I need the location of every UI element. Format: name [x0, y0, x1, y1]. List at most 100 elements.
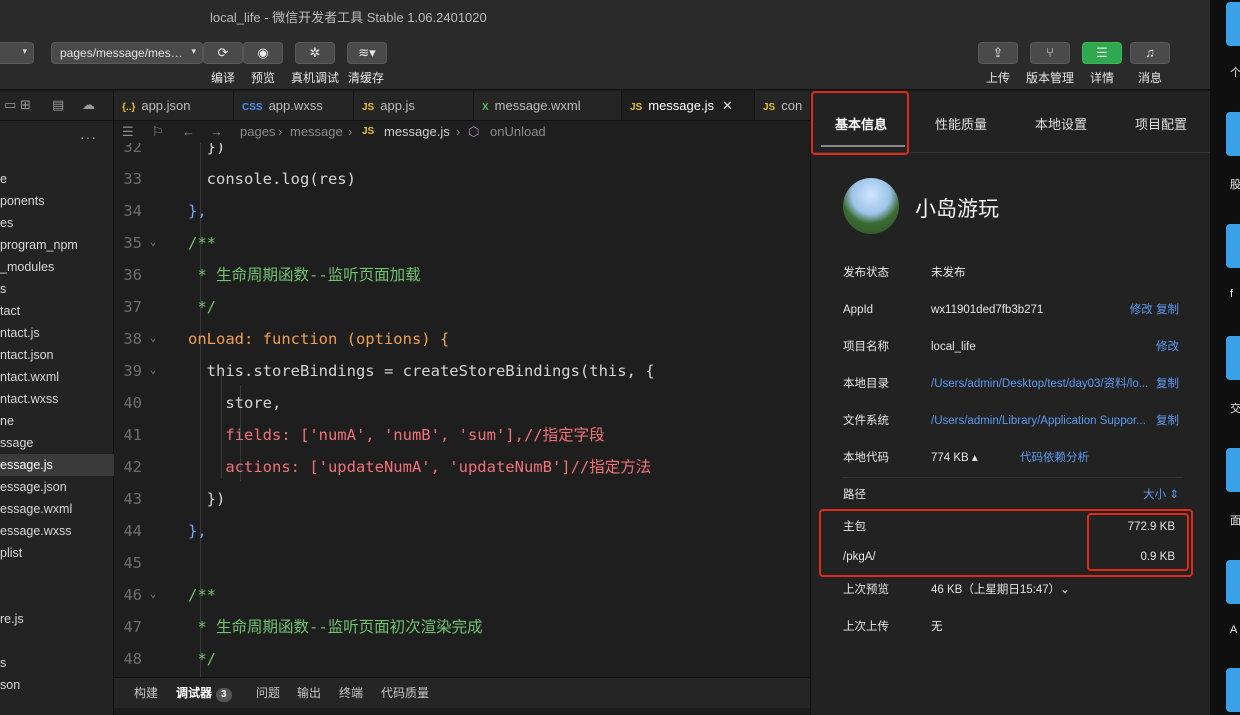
tab-message-wxml[interactable]: Xmessage.wxml [474, 91, 622, 120]
dependency-analysis-link[interactable]: 代码依赖分析 [1020, 448, 1089, 468]
code-editor[interactable]: 32 }) 33 console.log(res) 34}, 35 ⌄ /** 36… [114, 143, 810, 677]
info-value[interactable]: 46 KB（上星期日15:47）⌄ [931, 580, 1070, 600]
tree-item[interactable]: ntact.wxml [0, 366, 114, 388]
tab-debugger[interactable]: 调试器 3 [176, 684, 232, 702]
files-icon[interactable]: ▭ [4, 97, 16, 113]
version-button[interactable]: ⑂ [1030, 42, 1070, 64]
preview-button[interactable]: ◉ [243, 42, 283, 64]
eye-icon: ◉ [257, 45, 269, 60]
copy-link[interactable]: 复制 [1156, 411, 1179, 431]
size-sort-button[interactable]: 大小 ⇕ [1143, 485, 1179, 505]
breadcrumb-file[interactable]: message.js [384, 121, 450, 143]
tab-output[interactable]: 输出 [297, 684, 321, 701]
tree-item[interactable]: essage.json [0, 476, 114, 498]
local-dir-link[interactable]: /Users/admin/Desktop/test/day03/资料/lo... [931, 374, 1148, 394]
info-row: AppId wx11901ded7fb3b271 修改 复制 [843, 300, 1183, 320]
tree-item[interactable]: ntact.js [0, 322, 114, 344]
page-select[interactable]: pages/message/mes… ▾ [51, 42, 203, 64]
line-number: 38 [123, 330, 142, 348]
info-value[interactable]: 774 KB ▴ [931, 448, 978, 468]
tab-problems[interactable]: 问题 [256, 684, 280, 701]
details-panel: 基本信息 性能质量 本地设置 项目配置 小岛游玩 发布状态 未发布 AppId … [810, 91, 1211, 715]
folder-icon[interactable] [1226, 668, 1240, 712]
tab-local-settings[interactable]: 本地设置 [1035, 114, 1087, 133]
filesystem-link[interactable]: /Users/admin/Library/Application Suppor.… [931, 411, 1146, 431]
code-line: 34}, [114, 195, 810, 227]
fold-chevron-icon[interactable]: ⌄ [150, 227, 156, 259]
breadcrumb-folder[interactable]: message [290, 121, 343, 143]
more-icon[interactable]: ··· [80, 129, 97, 145]
tree-item[interactable]: s [0, 652, 114, 674]
tree-item-active[interactable]: essage.js [0, 454, 114, 476]
project-name: 小岛游玩 [915, 198, 999, 221]
tree-item[interactable]: plist [0, 542, 114, 564]
tab-build[interactable]: 构建 [134, 684, 158, 701]
search-icon[interactable]: ⊞ [20, 97, 31, 113]
tree-item[interactable]: essage.wxss [0, 520, 114, 542]
tree-item[interactable]: son [0, 674, 114, 696]
close-icon[interactable]: ✕ [722, 98, 733, 113]
tab-code-quality[interactable]: 代码质量 [381, 684, 429, 701]
tree-item[interactable]: _modules [0, 256, 114, 278]
tab-app-wxss[interactable]: CSS app.wxss [234, 91, 354, 120]
breadcrumb-symbol[interactable]: onUnload [490, 121, 546, 143]
mode-select[interactable]: ▾ [0, 42, 34, 64]
tree-item[interactable]: ssage [0, 432, 114, 454]
code-text: * 生命周期函数--监听页面初次渲染完成 [188, 618, 483, 636]
tab-app-json[interactable]: {..} app.json [114, 91, 234, 120]
tree-item[interactable]: ne [0, 410, 114, 432]
tab-message-js[interactable]: JS message.js ✕ [622, 91, 755, 120]
remote-debug-button[interactable]: ✲ [295, 42, 335, 64]
tree-item[interactable]: re.js [0, 608, 114, 630]
tree-item[interactable]: s [0, 278, 114, 300]
copy-link[interactable]: 复制 [1156, 374, 1179, 394]
details-button[interactable]: ☰ [1082, 42, 1122, 64]
tree-item[interactable] [0, 630, 114, 652]
tree-item[interactable]: tact [0, 300, 114, 322]
tree-item[interactable]: program_npm [0, 234, 114, 256]
back-arrow-icon[interactable]: ← [182, 121, 195, 143]
tree-item[interactable]: essage.wxml [0, 498, 114, 520]
messages-button[interactable]: ♫ [1130, 42, 1170, 64]
tab-terminal[interactable]: 终端 [339, 684, 363, 701]
compile-button[interactable]: ⟳ [203, 42, 243, 64]
git-icon[interactable]: ▤ [52, 97, 64, 113]
tree-item[interactable]: es [0, 212, 114, 234]
folder-icon[interactable] [1226, 224, 1240, 268]
list-icon[interactable]: ☰ [122, 121, 134, 143]
folder-icon[interactable] [1226, 2, 1240, 46]
breadcrumb-folder[interactable]: pages [240, 121, 275, 143]
menu-icon: ☰ [1096, 45, 1108, 60]
tree-item[interactable]: ntact.wxss [0, 388, 114, 410]
fold-chevron-icon[interactable]: ⌄ [150, 579, 156, 611]
fold-chevron-icon[interactable]: ⌄ [150, 323, 156, 355]
clear-cache-button[interactable]: ≋▾ [347, 42, 387, 64]
upload-button[interactable]: ⇪ [978, 42, 1018, 64]
tab-project-config[interactable]: 项目配置 [1135, 114, 1187, 133]
code-line: 44}, [114, 515, 810, 547]
tree-item[interactable] [0, 564, 114, 586]
tab-performance[interactable]: 性能质量 [935, 114, 987, 133]
folder-icon[interactable] [1226, 560, 1240, 604]
tree-item[interactable]: ntact.json [0, 344, 114, 366]
folder-icon[interactable] [1226, 336, 1240, 380]
title-bar: local_life - 微信开发者工具 Stable 1.06.2401020 [0, 0, 1210, 32]
tree-item[interactable]: e [0, 168, 114, 190]
explorer-toolbar: ▭ ⊞ ▤ ☁ [0, 91, 113, 121]
tab-app-js[interactable]: JS app.js [354, 91, 474, 120]
edit-link[interactable]: 修改 [1156, 337, 1179, 357]
refresh-icon: ⟳ [217, 45, 229, 60]
info-key: AppId [843, 304, 874, 316]
bookmark-icon[interactable]: ⚐ [152, 121, 164, 143]
tree-item[interactable] [0, 586, 114, 608]
folder-icon[interactable] [1226, 448, 1240, 492]
fold-chevron-icon[interactable]: ⌄ [150, 355, 156, 387]
folder-icon[interactable] [1226, 112, 1240, 156]
docker-icon[interactable]: ☁ [82, 97, 95, 113]
tab-con[interactable]: JS con [755, 91, 810, 120]
forward-arrow-icon[interactable]: → [210, 121, 223, 143]
info-row: 上次上传 无 [843, 617, 1183, 637]
line-number: 35 [123, 234, 142, 252]
tree-item[interactable]: ponents [0, 190, 114, 212]
edit-copy-link[interactable]: 修改 复制 [1130, 300, 1179, 320]
